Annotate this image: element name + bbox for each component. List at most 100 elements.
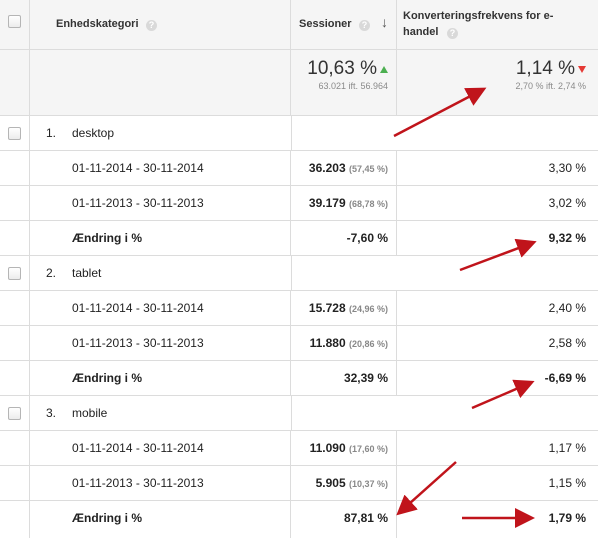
change-row: Ændring i % 87,81 % 1,79 % xyxy=(0,501,598,538)
date-range-label: 01-11-2013 - 30-11-2013 xyxy=(72,196,204,210)
sessions-value: 36.203 xyxy=(308,161,346,175)
conversion-change: 9,32 % xyxy=(548,231,586,245)
row-select-cell xyxy=(0,291,30,325)
row-conversion-cell: 1,15 % xyxy=(397,466,598,500)
row-label-cell: Ændring i % xyxy=(30,501,291,538)
sessions-value: 39.179 xyxy=(308,196,346,210)
group-row-mobile: 3. mobile xyxy=(0,396,598,431)
help-icon[interactable]: ? xyxy=(146,20,157,31)
header-category-label[interactable]: Enhedskategori xyxy=(56,18,139,30)
sessions-share: (68,78 %) xyxy=(348,199,388,209)
date-range-label: 01-11-2013 - 30-11-2013 xyxy=(72,476,204,490)
row-sessions-cell: 5.905 (10,37 %) xyxy=(291,466,397,500)
row-conversion-cell: 1,17 % xyxy=(397,431,598,465)
sessions-change: -7,60 % xyxy=(346,231,388,245)
header-sessions-cell[interactable]: Sessioner ? ↓ xyxy=(291,0,397,49)
totals-row: 10,63 % 63.021 ift. 56.964 1,14 % 2,70 %… xyxy=(0,50,598,116)
table-row: 01-11-2014 - 30-11-2014 15.728 (24,96 %)… xyxy=(0,291,598,326)
row-label-cell: 01-11-2014 - 30-11-2014 xyxy=(30,151,291,185)
row-select-cell xyxy=(0,221,30,255)
row-sessions-cell: 39.179 (68,78 %) xyxy=(291,186,397,220)
row-conversion-cell: 9,32 % xyxy=(397,221,598,255)
sessions-share: (20,86 %) xyxy=(348,339,388,349)
table-header: Enhedskategori ? Sessioner ? ↓ Konverter… xyxy=(0,0,598,50)
table-row: 01-11-2013 - 30-11-2013 11.880 (20,86 %)… xyxy=(0,326,598,361)
change-label: Ændring i % xyxy=(72,231,142,245)
group-name-link[interactable]: mobile xyxy=(72,406,107,420)
row-conversion-cell: -6,69 % xyxy=(397,361,598,395)
sessions-share: (24,96 %) xyxy=(348,304,388,314)
column-divider xyxy=(291,396,292,430)
sessions-value: 11.090 xyxy=(309,441,346,455)
row-label-cell: 01-11-2013 - 30-11-2013 xyxy=(30,186,291,220)
report-table: Enhedskategori ? Sessioner ? ↓ Konverter… xyxy=(0,0,598,538)
row-label-cell: Ændring i % xyxy=(30,361,291,395)
table-row: 01-11-2014 - 30-11-2014 36.203 (57,45 %)… xyxy=(0,151,598,186)
row-conversion-cell: 2,40 % xyxy=(397,291,598,325)
date-range-label: 01-11-2013 - 30-11-2013 xyxy=(72,336,204,350)
sessions-change: 32,39 % xyxy=(343,371,388,385)
row-checkbox[interactable] xyxy=(8,267,21,280)
row-select-cell xyxy=(0,326,30,360)
group-index: 2. xyxy=(46,266,57,280)
date-range-label: 01-11-2014 - 30-11-2014 xyxy=(72,161,204,175)
header-conversion-cell[interactable]: Konverteringsfrekvens for e- handel ? xyxy=(397,0,598,49)
sessions-value: 5.905 xyxy=(315,476,346,490)
help-icon[interactable]: ? xyxy=(359,20,370,31)
conversion-value: 1,17 % xyxy=(548,441,586,455)
row-checkbox[interactable] xyxy=(8,407,21,420)
header-conversion-label-line2[interactable]: handel xyxy=(403,26,438,38)
conversion-change-value: 1,14 % xyxy=(515,58,575,79)
group-name-link[interactable]: tablet xyxy=(72,266,101,280)
sort-descending-icon[interactable]: ↓ xyxy=(381,14,388,30)
group-name-cell: 2. tablet xyxy=(30,256,291,290)
change-row: Ændring i % 32,39 % -6,69 % xyxy=(0,361,598,396)
conversion-change: 1,79 % xyxy=(548,511,586,525)
group-index: 3. xyxy=(46,406,57,420)
trend-up-icon xyxy=(380,66,388,74)
row-label-cell: 01-11-2014 - 30-11-2014 xyxy=(30,291,291,325)
sessions-change: 87,81 % xyxy=(343,511,388,525)
header-conversion-label-line1[interactable]: Konverteringsfrekvens for e- xyxy=(403,10,553,22)
row-sessions-cell: 11.880 (20,86 %) xyxy=(291,326,397,360)
sessions-value: 15.728 xyxy=(308,301,346,315)
conversion-value: 1,15 % xyxy=(548,476,586,490)
row-sessions-cell: -7,60 % xyxy=(291,221,397,255)
header-select-cell xyxy=(0,0,30,49)
row-sessions-cell: 36.203 (57,45 %) xyxy=(291,151,397,185)
row-label-cell: 01-11-2013 - 30-11-2013 xyxy=(30,466,291,500)
select-all-checkbox[interactable] xyxy=(8,15,21,28)
header-sessions-label[interactable]: Sessioner xyxy=(299,18,352,30)
row-sessions-cell: 87,81 % xyxy=(291,501,397,538)
row-sessions-cell: 11.090 (17,60 %) xyxy=(291,431,397,465)
group-name-link[interactable]: desktop xyxy=(72,126,114,140)
header-category-cell[interactable]: Enhedskategori ? xyxy=(30,0,291,49)
change-row: Ændring i % -7,60 % 9,32 % xyxy=(0,221,598,256)
row-label-cell: Ændring i % xyxy=(30,221,291,255)
row-conversion-cell: 3,30 % xyxy=(397,151,598,185)
table-row: 01-11-2014 - 30-11-2014 11.090 (17,60 %)… xyxy=(0,431,598,466)
group-select-cell xyxy=(0,256,30,290)
sessions-compare-text: 63.021 ift. 56.964 xyxy=(318,81,388,91)
conversion-value: 3,02 % xyxy=(548,196,586,210)
sessions-share: (57,45 %) xyxy=(348,164,388,174)
conversion-value: 3,30 % xyxy=(548,161,586,175)
row-conversion-cell: 1,79 % xyxy=(397,501,598,538)
change-label: Ændring i % xyxy=(72,371,142,385)
group-select-cell xyxy=(0,116,30,150)
change-label: Ændring i % xyxy=(72,511,142,525)
group-row-desktop: 1. desktop xyxy=(0,116,598,151)
row-sessions-cell: 32,39 % xyxy=(291,361,397,395)
row-select-cell xyxy=(0,501,30,538)
row-sessions-cell: 15.728 (24,96 %) xyxy=(291,291,397,325)
sessions-share: (10,37 %) xyxy=(348,479,388,489)
row-select-cell xyxy=(0,186,30,220)
totals-select-cell xyxy=(0,50,30,115)
row-select-cell xyxy=(0,151,30,185)
totals-sessions-cell: 10,63 % 63.021 ift. 56.964 xyxy=(291,50,397,115)
row-conversion-cell: 2,58 % xyxy=(397,326,598,360)
table-row: 01-11-2013 - 30-11-2013 5.905 (10,37 %) … xyxy=(0,466,598,501)
group-index: 1. xyxy=(46,126,57,140)
row-checkbox[interactable] xyxy=(8,127,21,140)
help-icon[interactable]: ? xyxy=(447,28,458,39)
